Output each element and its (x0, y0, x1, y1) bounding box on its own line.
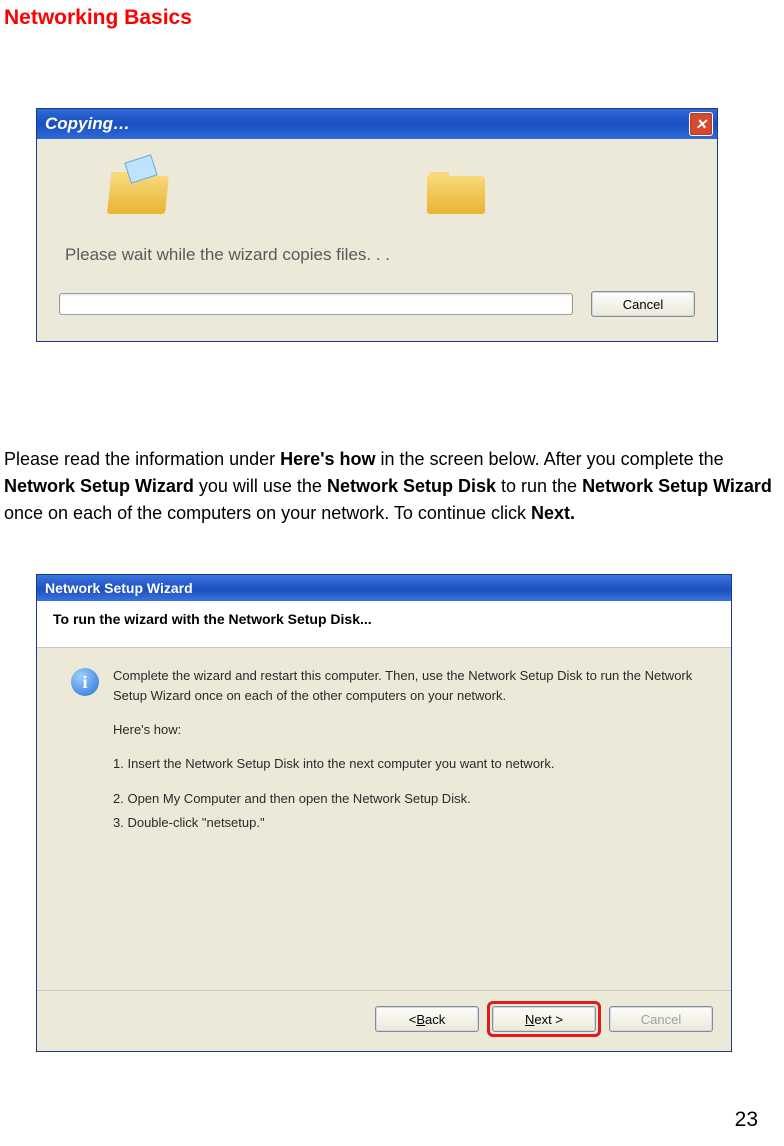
copy-animation (59, 157, 695, 227)
back-button[interactable]: < Back (375, 1006, 479, 1032)
wizard-titlebar: Network Setup Wizard (37, 575, 731, 601)
back-rest: ack (425, 1012, 445, 1027)
wizard-heres-how: Here's how: (113, 720, 697, 740)
info-icon: i (71, 668, 99, 696)
copying-message: Please wait while the wizard copies file… (65, 245, 695, 265)
next-rest: ext > (534, 1012, 563, 1027)
next-underline: N (525, 1012, 534, 1027)
close-button[interactable]: ✕ (689, 112, 713, 136)
wizard-header: To run the wizard with the Network Setup… (37, 601, 731, 648)
wizard-intro: Complete the wizard and restart this com… (113, 666, 697, 706)
copying-body: Please wait while the wizard copies file… (37, 139, 717, 341)
close-icon: ✕ (695, 116, 707, 133)
copying-title: Copying… (45, 114, 130, 134)
copying-dialog: Copying… ✕ Please wait while the wizard … (36, 108, 718, 342)
back-underline: B (416, 1012, 425, 1027)
next-button[interactable]: Next > (492, 1006, 596, 1032)
folder-dest-icon (427, 170, 485, 214)
progress-bar (59, 293, 573, 315)
wizard-step-2: 2. Open My Computer and then open the Ne… (113, 789, 697, 809)
wizard-cancel-button: Cancel (609, 1006, 713, 1032)
wizard-title: Network Setup Wizard (45, 580, 193, 596)
back-arrow: < (409, 1012, 417, 1027)
wizard-text: Complete the wizard and restart this com… (113, 666, 697, 966)
wizard-step-3: 3. Double-click "netsetup." (113, 813, 697, 833)
cancel-button[interactable]: Cancel (591, 291, 695, 317)
network-setup-wizard-dialog: Network Setup Wizard To run the wizard w… (36, 574, 732, 1052)
wizard-body: i Complete the wizard and restart this c… (37, 648, 731, 990)
instruction-paragraph: Please read the information under Here's… (4, 446, 784, 527)
folder-source-icon (109, 170, 167, 214)
copying-titlebar: Copying… ✕ (37, 109, 717, 139)
next-button-highlight: Next > (487, 1001, 601, 1037)
page-heading: Networking Basics (0, 0, 784, 30)
wizard-step-1: 1. Insert the Network Setup Disk into th… (113, 754, 697, 774)
wizard-footer: < Back Next > Cancel (37, 990, 731, 1051)
page-number: 23 (735, 1108, 758, 1132)
